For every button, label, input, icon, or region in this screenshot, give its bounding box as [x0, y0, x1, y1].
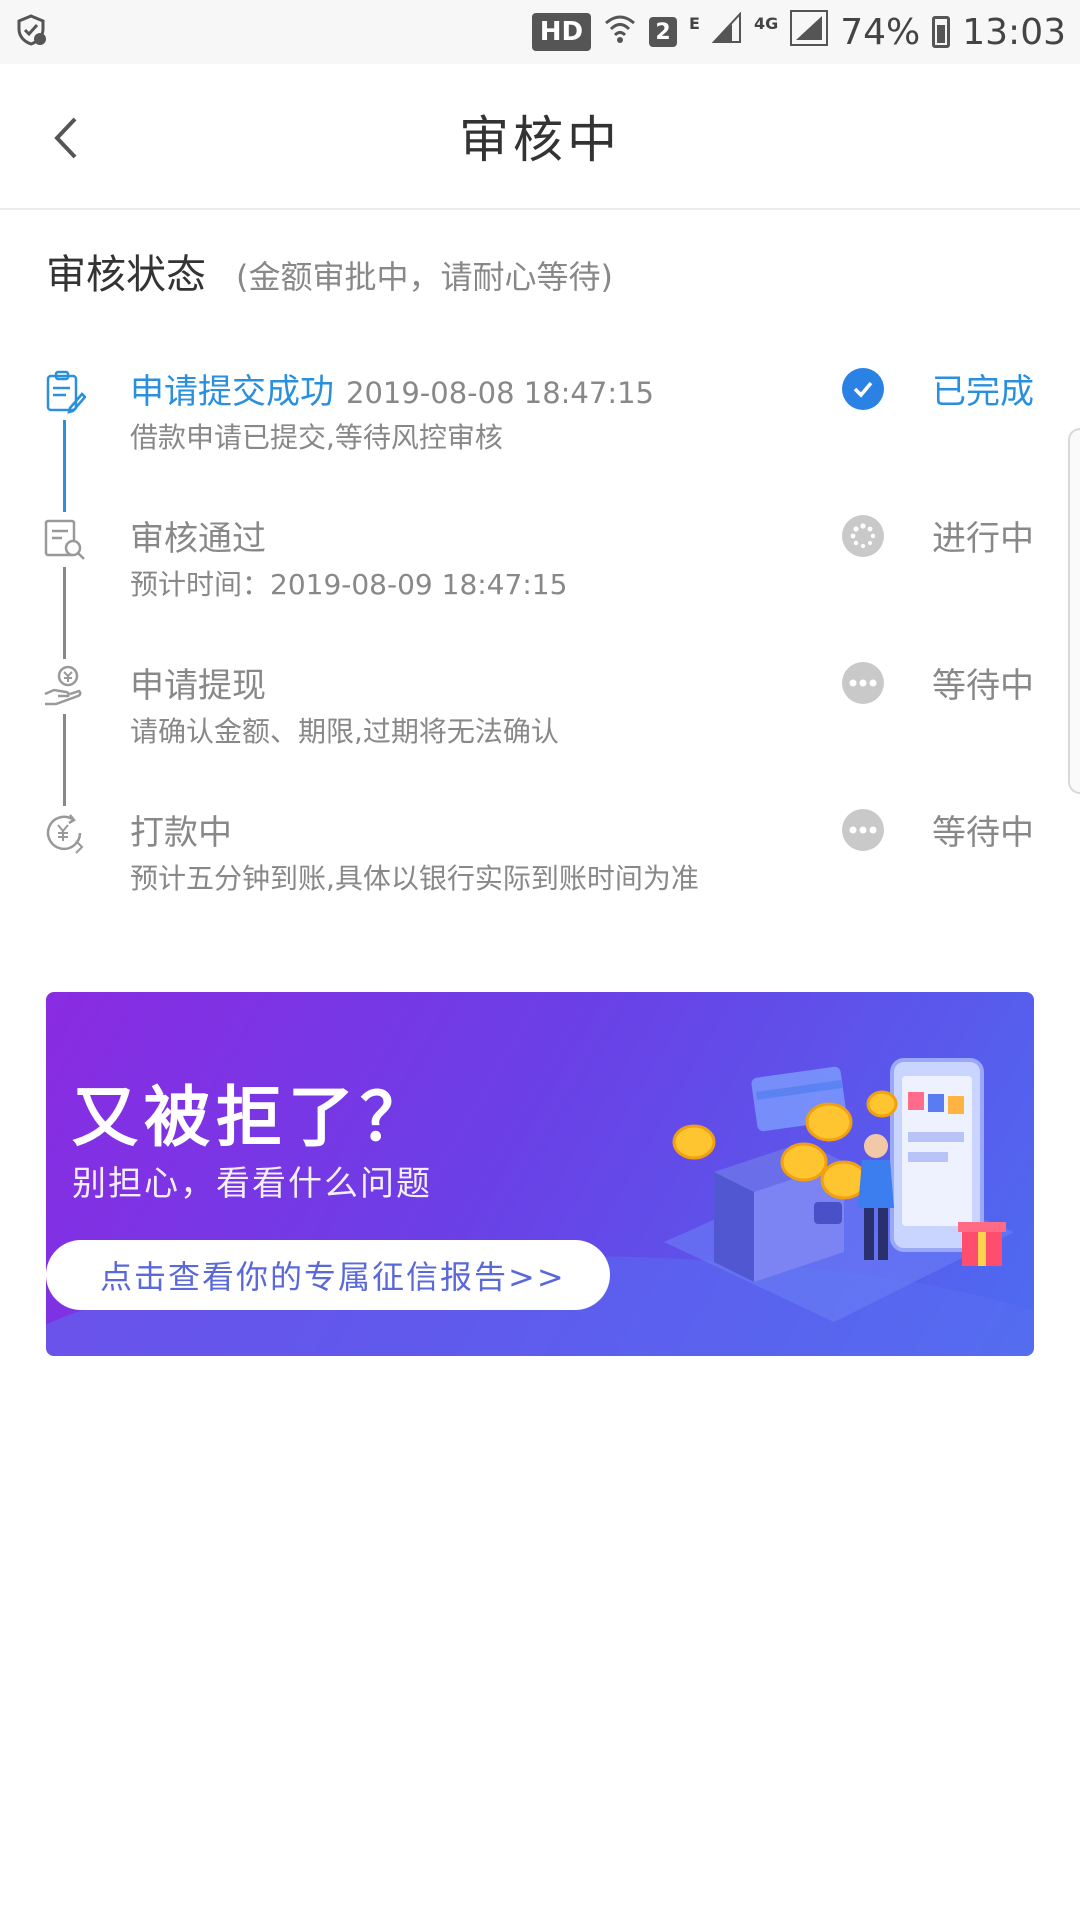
back-button[interactable] [36, 108, 96, 168]
check-circle-icon [842, 368, 884, 410]
step-payout: 打款中 预计五分钟到账,具体以银行实际到账时间为准 等待中 [0, 807, 1080, 954]
hd-badge: HD [531, 13, 592, 51]
shield-notification-icon [14, 13, 48, 51]
step-status: 等待中 [932, 813, 1034, 853]
page-title: 审核中 [459, 111, 621, 169]
step-status: 进行中 [932, 519, 1034, 559]
step-status: 等待中 [932, 666, 1034, 706]
banner-title: 又被拒了？ [72, 1079, 432, 1156]
step-time: 2019-08-08 18:47:15 [346, 376, 654, 410]
more-dots-icon [842, 662, 884, 704]
yuan-clock-icon [42, 811, 86, 855]
step-description: 预计五分钟到账,具体以银行实际到账时间为准 [130, 862, 699, 895]
credit-report-banner[interactable]: 又被拒了？ 别担心，看看什么问题 点击查看你的专属征信报告>> [46, 992, 1034, 1356]
battery-icon [932, 16, 951, 48]
section-note: (金额审批中，请耐心等待) [236, 258, 613, 296]
clipboard-edit-icon [42, 370, 87, 414]
step-submit: 申请提交成功 2019-08-08 18:47:15 借款申请已提交,等待风控审核… [0, 366, 1080, 513]
credit-report-button[interactable]: 点击查看你的专属征信报告>> [46, 1240, 610, 1310]
chevron-left-icon [54, 117, 77, 159]
step-connector [63, 714, 66, 806]
clock-time: 13:03 [962, 11, 1066, 53]
sim-slot-badge: 2 [649, 17, 678, 47]
document-search-icon [42, 517, 86, 561]
network-e-label: E [689, 13, 700, 33]
step-description: 预计时间：2019-08-09 18:47:15 [130, 568, 568, 601]
step-description: 请确认金额、期限,过期将无法确认 [130, 715, 559, 748]
more-dots-icon [842, 809, 884, 851]
wifi-icon [603, 11, 637, 54]
app-header: 审核中 [0, 64, 1080, 210]
step-connector [63, 420, 66, 512]
section-title: 审核状态 [46, 252, 206, 298]
status-bar: HD 2 E 4G 74% 13:03 [0, 0, 1080, 64]
step-review: 审核通过 预计时间：2019-08-09 18:47:15 进行中 [0, 513, 1080, 660]
signal-icon [711, 10, 742, 53]
step-title: 打款中 [130, 813, 232, 853]
step-title: 审核通过 [130, 519, 266, 559]
step-title: 申请提交成功 2019-08-08 18:47:15 [130, 372, 654, 412]
step-description: 借款申请已提交,等待风控审核 [130, 421, 503, 454]
signal-4g-icon [790, 9, 829, 55]
step-withdraw: 申请提现 请确认金额、期限,过期将无法确认 等待中 [0, 660, 1080, 807]
step-status: 已完成 [932, 372, 1034, 412]
battery-percent: 74% [840, 11, 921, 53]
side-scroll-handle[interactable] [1068, 428, 1080, 794]
section-header: 审核状态 (金额审批中，请耐心等待) [46, 242, 613, 300]
network-4g-label: 4G [753, 13, 779, 33]
hand-yuan-icon [42, 664, 86, 708]
banner-subtitle: 别担心，看看什么问题 [72, 1164, 432, 1204]
wallet-phone-illustration [664, 1058, 1014, 1322]
step-title: 申请提现 [130, 666, 266, 706]
spinner-icon [842, 515, 884, 557]
step-connector [63, 567, 66, 659]
